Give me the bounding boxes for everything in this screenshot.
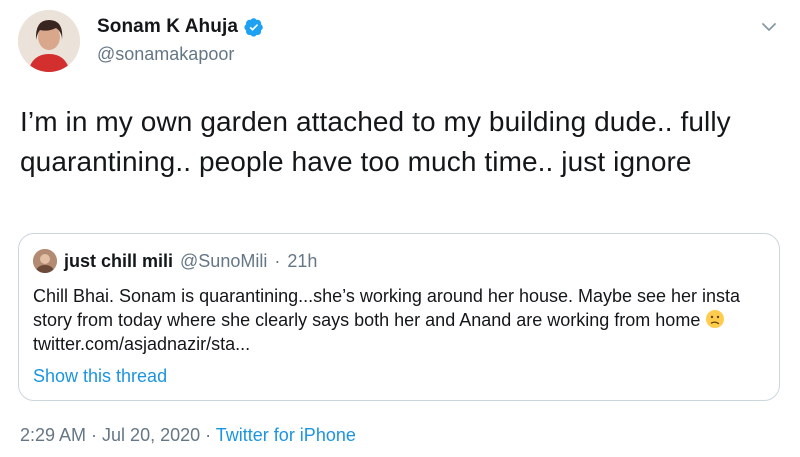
tweet-card: Sonam K Ahuja @sonamakapoor I’m in my ow…	[0, 0, 800, 457]
quoted-tweet-link[interactable]: twitter.com/asjadnazir/sta...	[33, 334, 250, 354]
chevron-down-icon[interactable]	[760, 18, 778, 36]
quoted-timestamp[interactable]: 21h	[287, 251, 317, 272]
quoted-author-handle[interactable]: @SunoMili	[180, 251, 267, 272]
quoted-tweet[interactable]: just chill mili @SunoMili · 21h Chill Bh…	[18, 233, 780, 401]
meta-separator: ·	[200, 425, 216, 445]
show-thread-link[interactable]: Show this thread	[33, 366, 167, 387]
quoted-tweet-header: just chill mili @SunoMili · 21h	[33, 248, 317, 274]
quoted-author-avatar[interactable]	[33, 249, 57, 273]
quoted-author-name[interactable]: just chill mili	[64, 251, 173, 272]
author-info: Sonam K Ahuja @sonamakapoor	[97, 14, 264, 65]
author-name[interactable]: Sonam K Ahuja	[97, 16, 238, 38]
tweet-time[interactable]: 2:29 AM	[20, 425, 86, 445]
tweet-text: I’m in my own garden attached to my buil…	[20, 106, 731, 177]
confused-face-emoji	[705, 309, 725, 329]
meta-separator: ·	[86, 425, 103, 445]
tweet-date[interactable]: Jul 20, 2020	[102, 425, 200, 445]
quoted-tweet-text: Chill Bhai. Sonam is quarantining...she’…	[33, 284, 768, 356]
author-avatar[interactable]	[18, 10, 80, 72]
tweet-metadata: 2:29 AM · Jul 20, 2020 · Twitter for iPh…	[20, 425, 356, 446]
author-handle[interactable]: @sonamakapoor	[97, 44, 264, 65]
verified-badge-icon	[244, 17, 264, 37]
tweet-source-link[interactable]: Twitter for iPhone	[216, 425, 356, 445]
quoted-meta-separator: ·	[274, 250, 281, 271]
quoted-text-body: Chill Bhai. Sonam is quarantining...she’…	[33, 286, 741, 330]
